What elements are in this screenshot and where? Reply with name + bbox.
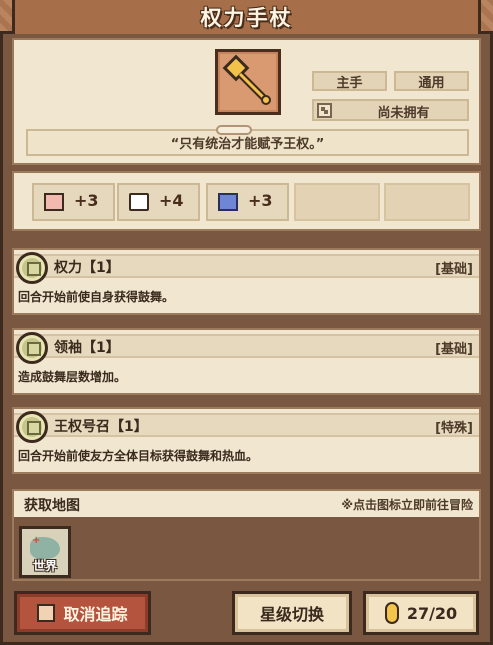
coin-icon [384, 602, 399, 624]
star-switch-button[interactable]: 星级切换 [232, 591, 352, 635]
stat-intellect: +4 [117, 183, 200, 221]
world-map-button[interactable]: + 世界 [19, 526, 71, 578]
coin-count-label: 27/20 [406, 603, 458, 623]
skill-header: 领袖【1】 [基础] [14, 332, 479, 364]
map-tile-label: 世界 [32, 559, 57, 573]
skill-description: 造成鼓舞层数增加。 [18, 370, 127, 384]
skill-type: [特殊] [435, 421, 473, 436]
stat-slot-empty [294, 183, 380, 221]
fist-icon [44, 193, 64, 211]
book-icon [129, 193, 149, 211]
stat-spirit: +3 [206, 183, 289, 221]
cancel-track-button[interactable]: 取消追踪 [14, 591, 151, 635]
skill-header: 权力【1】 [基础] [14, 252, 479, 284]
coin-count-button[interactable]: 27/20 [363, 591, 479, 635]
divider-ornament [216, 125, 252, 135]
page-title: 权力手杖 [200, 6, 293, 30]
stat-value: +3 [74, 191, 99, 210]
skill-description: 回合开始前使友方全体目标获得鼓舞和热血。 [18, 449, 259, 463]
map-marker-icon: + [32, 535, 41, 546]
stat-value: +3 [248, 191, 273, 210]
scroll-icon [218, 193, 238, 211]
star-switch-label: 星级切换 [259, 605, 324, 624]
skill-badge-icon [16, 332, 48, 364]
item-info-panel: 主手 通用 尚未拥有 “只有统治才能赋予王权。” [12, 38, 481, 165]
skill-badge-icon [16, 411, 48, 443]
skill-badge-icon [16, 252, 48, 284]
acquire-map-panel: 获取地图 ※点击图标立即前往冒险 + 世界 [12, 489, 481, 581]
cancel-track-label: 取消追踪 [63, 605, 128, 624]
stat-strength: +3 [32, 183, 115, 221]
stat-slot-empty [384, 183, 470, 221]
golden-scepter-icon[interactable] [215, 49, 281, 115]
skill-type: [基础] [435, 262, 473, 277]
skill-card[interactable]: 领袖【1】 [基础] 造成鼓舞层数增加。 [12, 328, 481, 395]
skill-header: 王权号召【1】 [特殊] [14, 411, 479, 443]
map-hint: ※点击图标立即前往冒险 [341, 498, 473, 512]
stat-value: +4 [159, 191, 184, 210]
skill-name: 权力【1】 [54, 260, 120, 276]
inventory-icon [317, 103, 332, 118]
ownership-status: 尚未拥有 [312, 99, 469, 121]
class-tag-general: 通用 [394, 71, 469, 91]
title-plate: 权力手杖 [12, 0, 481, 34]
skill-type: [基础] [435, 342, 473, 357]
skill-card[interactable]: 权力【1】 [基础] 回合开始前使自身获得鼓舞。 [12, 248, 481, 315]
map-header: 获取地图 ※点击图标立即前往冒险 [14, 491, 479, 517]
skill-name: 王权号召【1】 [54, 419, 148, 435]
skill-description: 回合开始前使自身获得鼓舞。 [18, 290, 175, 304]
slot-tag-main-hand: 主手 [312, 71, 387, 91]
skill-name: 领袖【1】 [54, 340, 120, 356]
skill-card[interactable]: 王权号召【1】 [特殊] 回合开始前使友方全体目标获得鼓舞和热血。 [12, 407, 481, 474]
title-bar: 权力手杖 [0, 0, 493, 34]
map-title: 获取地图 [24, 498, 80, 514]
thumbs-up-icon [37, 604, 56, 622]
ownership-text: 尚未拥有 [377, 106, 430, 121]
stats-panel: +3 +4 +3 [12, 171, 481, 231]
